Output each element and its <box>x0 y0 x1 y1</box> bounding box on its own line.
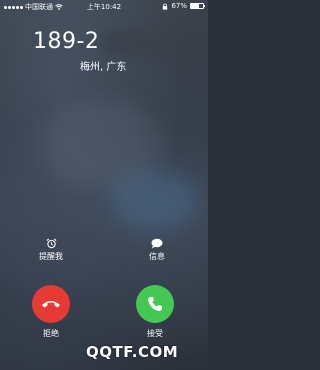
battery-level <box>191 4 200 8</box>
phone-hangup-icon <box>42 301 60 308</box>
background-blob <box>110 170 200 230</box>
phone-icon <box>148 297 162 311</box>
battery-percent: 67% <box>171 2 187 10</box>
battery-icon <box>190 3 205 9</box>
accept-button[interactable] <box>136 285 174 323</box>
caller-location: 梅州, 广东 <box>80 62 127 73</box>
remind-me-label: 提醒我 <box>39 252 63 261</box>
caller-number: 189-2 <box>33 29 100 54</box>
watermark: QQTF.COM <box>86 343 179 361</box>
alarm-clock-icon <box>46 238 56 249</box>
status-right: 67% <box>162 2 205 10</box>
status-bar: 中国联通 上午10:42 67% <box>0 0 208 12</box>
message-bubble-icon <box>151 238 163 249</box>
remind-me-button[interactable]: 提醒我 <box>36 238 66 262</box>
message-label: 信息 <box>149 252 165 261</box>
redacted-number-blur <box>104 31 172 55</box>
incoming-call-screen: 中国联通 上午10:42 67% 189-2 梅州, 广东 提醒我 信息 拒绝 … <box>0 0 208 370</box>
message-button[interactable]: 信息 <box>142 238 172 262</box>
decline-label: 拒绝 <box>43 329 59 338</box>
lock-icon <box>163 2 168 10</box>
decline-button[interactable] <box>32 285 70 323</box>
accept-label: 接受 <box>147 329 163 338</box>
